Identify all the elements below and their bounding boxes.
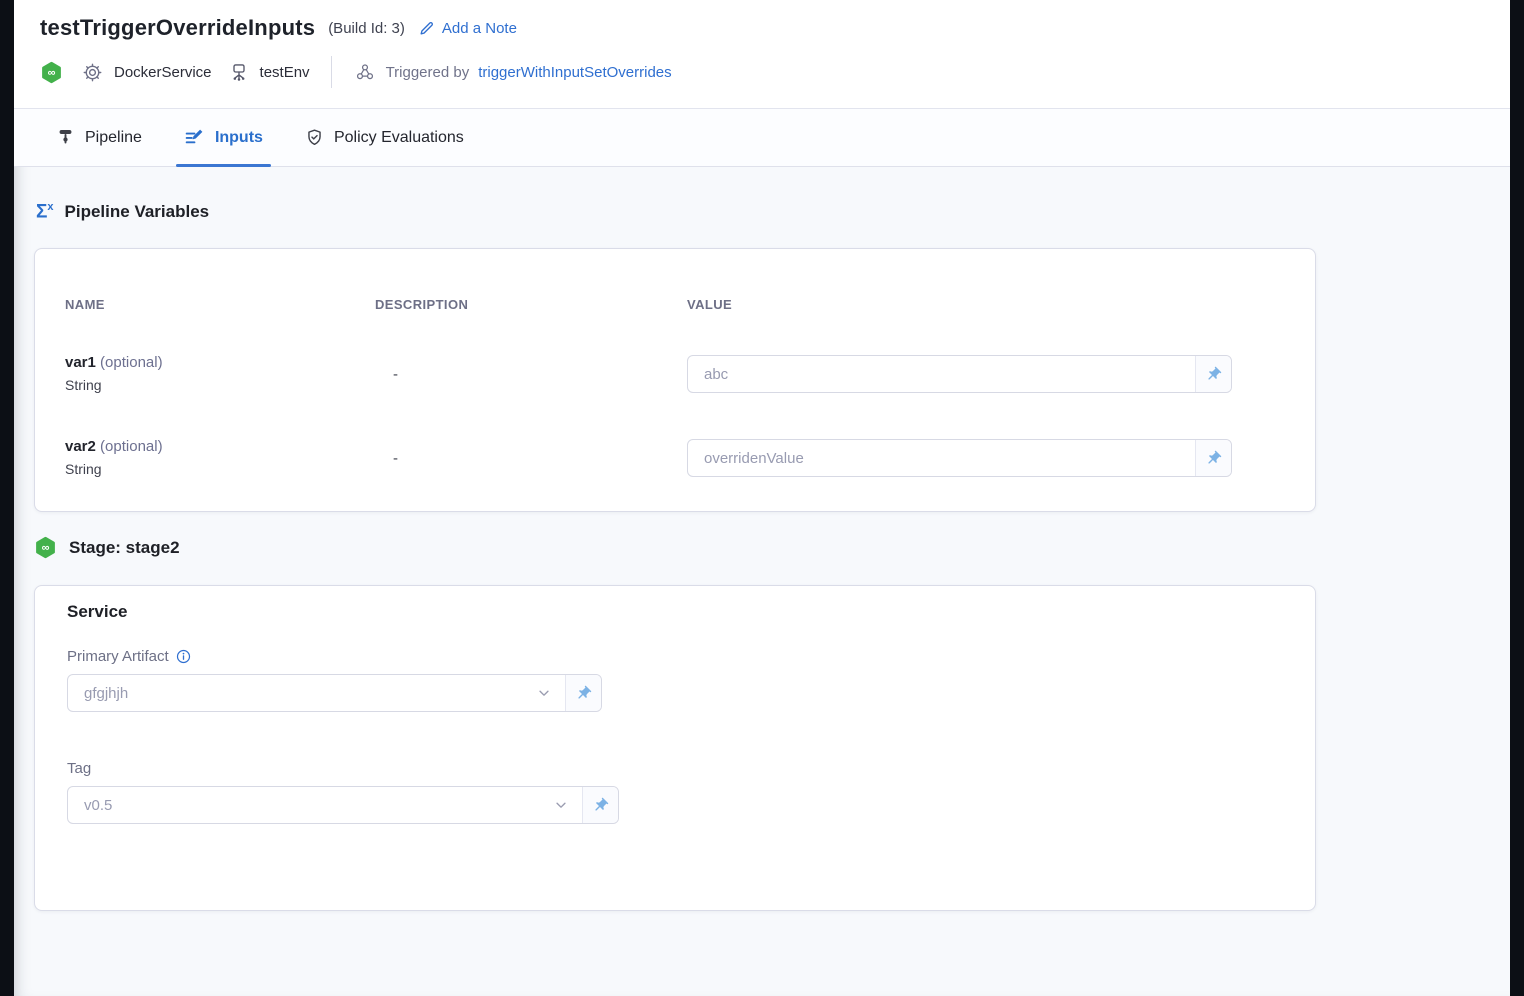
- trigger-icon: [355, 62, 375, 82]
- inputs-icon: [184, 127, 205, 148]
- column-header-value: VALUE: [687, 297, 1285, 312]
- pipeline-icon: [56, 128, 75, 147]
- execution-header: testTriggerOverrideInputs (Build Id: 3) …: [14, 0, 1510, 109]
- info-icon[interactable]: [176, 649, 191, 664]
- stage-inputs-card: Service Primary Artifact gfgjhjh Tag v0: [34, 585, 1316, 911]
- tab-inputs[interactable]: Inputs: [176, 109, 271, 166]
- cd-stage-icon: ∞: [34, 536, 57, 559]
- column-header-description: DESCRIPTION: [375, 297, 687, 312]
- chevron-down-icon: [537, 686, 551, 700]
- triggered-by-label: Triggered by: [386, 64, 470, 81]
- trigger-link[interactable]: triggerWithInputSetOverrides: [478, 64, 671, 81]
- stage-heading: ∞ Stage: stage2: [34, 536, 1510, 559]
- pipeline-variables-card: NAME DESCRIPTION VALUE var1 (optional) S…: [34, 248, 1316, 512]
- variable-value-input[interactable]: overridenValue: [688, 440, 1195, 476]
- edit-pencil-icon: [418, 20, 435, 37]
- tab-pipeline[interactable]: Pipeline: [48, 109, 150, 166]
- cd-stage-icon: ∞: [40, 61, 63, 84]
- tag-select[interactable]: v0.5: [68, 787, 582, 823]
- tab-pipeline-label: Pipeline: [85, 129, 142, 147]
- variable-value-input-group: overridenValue: [687, 439, 1232, 477]
- tab-policy-evaluations[interactable]: Policy Evaluations: [297, 109, 472, 166]
- build-id-label: (Build Id: 3): [328, 20, 405, 37]
- column-header-name: NAME: [65, 297, 375, 312]
- add-note-button[interactable]: Add a Note: [418, 20, 517, 37]
- variable-row-description: -: [375, 366, 687, 383]
- execution-tabbar: Pipeline Inputs Policy Evaluations: [14, 109, 1510, 167]
- meta-divider: [331, 56, 332, 88]
- pipeline-variables-title: Pipeline Variables: [65, 202, 210, 222]
- tag-label: Tag: [67, 760, 1283, 777]
- pipeline-variables-heading: Σx Pipeline Variables: [36, 202, 1510, 222]
- variable-row-name: var2 (optional) String: [65, 436, 375, 480]
- gear-icon: [82, 62, 103, 83]
- svg-text:∞: ∞: [42, 542, 50, 554]
- environment-icon: [229, 62, 249, 82]
- variable-row-name: var1 (optional) String: [65, 352, 375, 396]
- chevron-down-icon: [554, 798, 568, 812]
- primary-artifact-select[interactable]: gfgjhjh: [68, 675, 565, 711]
- sigma-icon: Σx: [36, 202, 54, 221]
- pin-button[interactable]: [582, 787, 618, 823]
- service-name-label: DockerService: [114, 64, 212, 81]
- environment-name-label: testEnv: [260, 64, 310, 81]
- service-section-title: Service: [67, 602, 1283, 622]
- primary-artifact-select-group: gfgjhjh: [67, 674, 602, 712]
- pin-button[interactable]: [565, 675, 601, 711]
- svg-text:∞: ∞: [48, 67, 56, 79]
- tag-select-group: v0.5: [67, 786, 619, 824]
- variable-value-input[interactable]: abc: [688, 356, 1195, 392]
- execution-page: testTriggerOverrideInputs (Build Id: 3) …: [14, 0, 1510, 996]
- variable-row-description: -: [375, 450, 687, 467]
- add-note-label: Add a Note: [442, 20, 517, 37]
- page-title: testTriggerOverrideInputs: [40, 15, 315, 41]
- primary-artifact-label: Primary Artifact: [67, 648, 1283, 665]
- policy-shield-icon: [305, 128, 324, 147]
- tab-inputs-label: Inputs: [215, 129, 263, 147]
- tab-policy-evaluations-label: Policy Evaluations: [334, 129, 464, 147]
- variable-value-input-group: abc: [687, 355, 1232, 393]
- pin-button[interactable]: [1195, 356, 1231, 392]
- stage-title: Stage: stage2: [69, 538, 180, 558]
- pin-button[interactable]: [1195, 440, 1231, 476]
